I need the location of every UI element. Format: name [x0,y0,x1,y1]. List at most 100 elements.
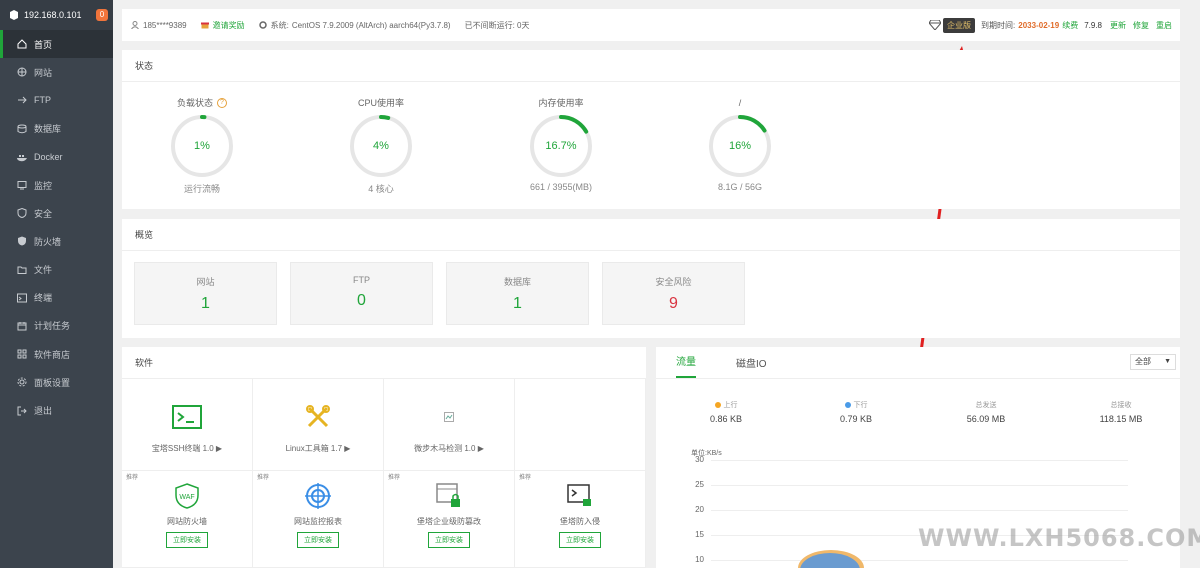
install-button[interactable]: 立即安装 [559,532,601,548]
firewall-icon [17,236,27,246]
status-gauge[interactable]: / 16% 8.1G / 56G [680,96,800,192]
overview-card-label: FTP [353,275,370,285]
terminal-lock-icon [515,481,645,511]
expire-date: 2033-02-19 [1018,20,1060,30]
traffic-stat: 总接收 118.15 MB [1076,400,1166,424]
recommend-tag: 推荐 [257,475,270,481]
gauge-ring: 16% [707,113,773,179]
gauge-label: / [738,98,742,108]
overview-card-value: 1 [201,295,210,312]
home-icon [17,39,27,49]
traffic-stat: 下行 0.79 KB [811,400,901,424]
install-button[interactable]: 立即安装 [297,532,339,548]
interface-select[interactable]: 全部 ▼ [1130,354,1176,370]
software-name: 宝塔SSH终端 1.0 ▶ [151,444,223,453]
overview-card[interactable]: 数据库 1 [446,262,589,325]
traffic-stat-value: 0.79 KB [839,414,873,424]
server-header[interactable]: 192.168.0.101 0 [0,0,113,30]
top-info-bar: 185****9389 邀请奖励 系统: CentOS 7.9.2009 (Al… [122,9,1180,41]
edition-badge: 企业版 [943,17,976,33]
renew-link[interactable]: 续费 [1062,20,1078,31]
sidebar-item-12[interactable]: 面板设置 [0,368,113,396]
sidebar-item-10[interactable]: 计划任务 [0,312,113,340]
software-name: 网站防火墙 [167,517,207,526]
sidebar-item-2[interactable]: FTP [0,86,113,114]
sidebar-item-7[interactable]: 防火墙 [0,227,113,255]
docker-icon [17,152,27,162]
overview-card-value: 1 [513,295,522,312]
sidebar-item-0[interactable]: 首页 [0,30,113,59]
overview-card-label: 数据库 [503,277,531,287]
software-item[interactable]: 微步木马检测 1.0 ▶ [384,379,515,471]
software-item[interactable]: 宝塔SSH终端 1.0 ▶ [122,379,253,471]
overview-card-value: 9 [669,295,678,312]
user-account[interactable]: 185****9389 [143,21,187,30]
traffic-stat-label: 总发送 [975,402,997,409]
folder-icon [17,265,27,275]
tab-disk-io[interactable]: 磁盘IO [736,355,767,378]
gauge-value: 16% [728,140,752,152]
tab-traffic[interactable]: 流量 [676,353,696,378]
sidebar-item-11[interactable]: 软件商店 [0,340,113,368]
restart-link[interactable]: 重启 [1156,20,1172,31]
sidebar-item-label: 终端 [34,293,53,304]
sidebar-item-3[interactable]: 数据库 [0,115,113,143]
traffic-tabs: 流量 磁盘IO 全部 ▼ [656,347,1180,379]
sidebar-item-1[interactable]: 网站 [0,58,113,86]
status-gauge[interactable]: CPU使用率 4% 4 核心 [321,96,441,195]
system-info: CentOS 7.9.2009 (AltArch) aarch64(Py3.7.… [291,20,451,30]
gridline [711,510,1128,511]
repair-link[interactable]: 修复 [1133,20,1149,31]
status-gauge[interactable]: 负载状态? 1% 运行流畅 [142,96,262,195]
gear-icon [17,377,27,387]
legend-dot [714,402,721,408]
status-gauge[interactable]: 内存使用率 16.7% 661 / 3955(MB) [501,96,621,192]
update-link[interactable]: 更新 [1110,20,1126,31]
gauge-subtext: 4 核心 [368,184,394,194]
y-tick-label: 15 [695,530,704,539]
tools-icon [253,397,383,437]
sidebar-item-label: 首页 [34,39,53,50]
gridline [711,560,1128,561]
traffic-chart-area [798,550,864,568]
sidebar-item-label: 监控 [34,180,53,191]
calendar-icon [17,321,27,331]
recommend-tag: 推荐 [388,475,401,481]
overview-card-value: 0 [357,292,366,309]
diamond-icon [929,20,942,30]
uptime: 已不间断运行: 0天 [464,20,530,30]
overview-card[interactable]: FTP 0 [290,262,433,325]
monitor-icon [17,180,27,190]
logout-icon [17,406,27,416]
sidebar-item-label: 计划任务 [34,321,71,332]
sidebar-item-label: 数据库 [34,124,62,135]
software-name: 网站监控报表 [294,517,342,526]
overview-card[interactable]: 网站 1 [134,262,277,325]
y-tick-label: 10 [695,555,704,564]
server-ip: 192.168.0.101 [24,10,82,20]
gauge-value: 1% [194,140,210,152]
install-button[interactable]: 立即安装 [166,532,208,548]
traffic-stat-label: 上行 [723,402,738,409]
sidebar-item-9[interactable]: 终端 [0,284,113,312]
software-item[interactable]: Linux工具箱 1.7 ▶ [253,379,384,471]
software-name: 堡塔企业级防篡改 [417,517,481,526]
sidebar-item-4[interactable]: Docker [0,143,113,171]
panel-version: 7.9.8 [1084,20,1102,30]
sidebar-item-6[interactable]: 安全 [0,199,113,227]
notification-badge[interactable]: 0 [96,9,108,21]
shield-icon [17,208,27,219]
recommend-tag: 推荐 [519,475,532,481]
sidebar-item-5[interactable]: 监控 [0,171,113,199]
sidebar-item-8[interactable]: 文件 [0,256,113,284]
overview-card-label: 网站 [196,277,215,287]
status-panel: 状态 负载状态? 1% 运行流畅 CPU使用率 4% 4 核心 内存使用率 16.7% 661 … [122,50,1180,209]
overview-card[interactable]: 安全风险 9 [602,262,745,325]
software-name: 堡塔防入侵 [560,517,600,526]
help-icon[interactable]: ? [217,98,227,108]
install-button[interactable]: 立即安装 [428,532,470,548]
sidebar-item-13[interactable]: 退出 [0,396,113,424]
sidebar-item-label: 退出 [34,406,53,417]
software-panel: 软件 宝塔SSH终端 1.0 ▶ Linux工具箱 1.7 ▶ 微步木马检测 1.0… [122,347,646,568]
invite-reward-link[interactable]: 邀请奖励 [213,20,245,31]
